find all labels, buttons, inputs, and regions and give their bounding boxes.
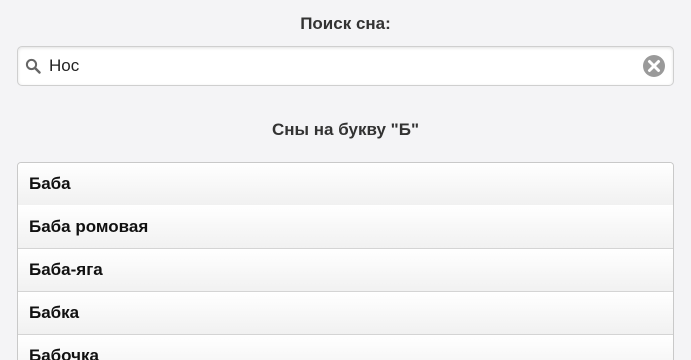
search-box[interactable] <box>17 46 674 86</box>
dream-search-page: Поиск сна: Сны на букву "Б" Баба Баба ро… <box>0 0 691 360</box>
search-icon <box>25 58 41 74</box>
list-item[interactable]: Баба <box>18 163 673 205</box>
search-title: Поиск сна: <box>300 14 391 33</box>
section-title: Сны на букву "Б" <box>271 120 419 139</box>
list-item[interactable]: Баба-яга <box>18 249 673 292</box>
dream-list: Баба Баба ромовая Баба-яга Бабка Бабочка <box>17 162 674 360</box>
search-input[interactable] <box>49 48 629 84</box>
list-item[interactable]: Баба ромовая <box>18 205 673 249</box>
list-item[interactable]: Бабка <box>18 292 673 335</box>
list-item[interactable]: Бабочка <box>18 335 673 360</box>
close-circle-icon[interactable] <box>642 54 666 78</box>
